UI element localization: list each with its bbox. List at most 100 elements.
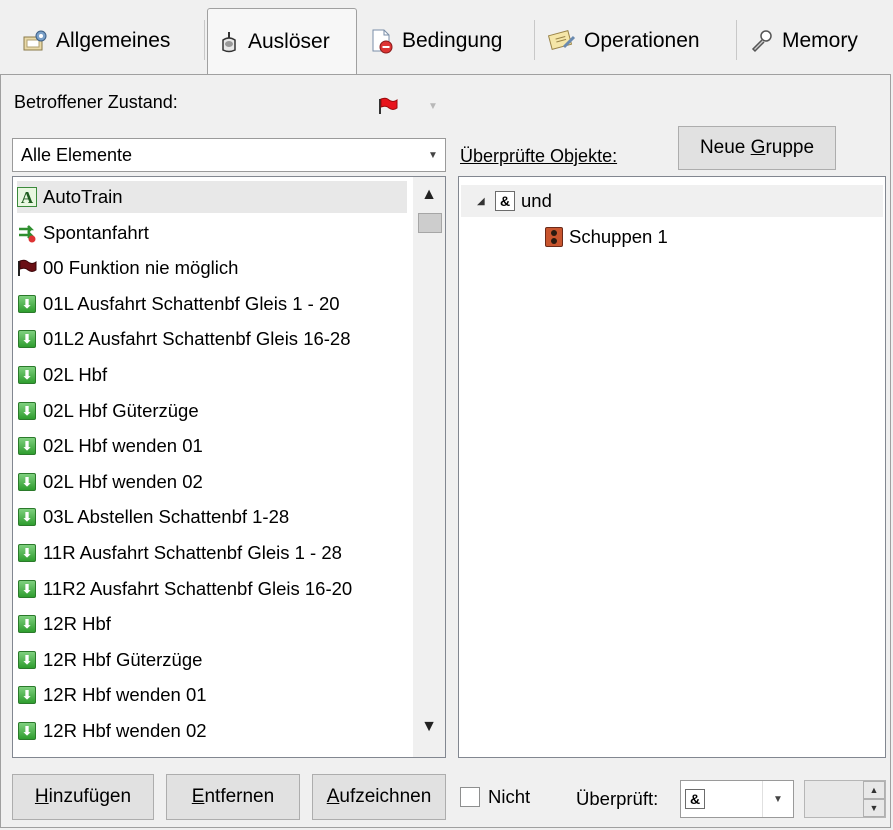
route-icon: ⬇ [17,365,37,385]
list-item[interactable]: Spontanfahrt [17,217,407,249]
settings-icon [22,29,48,53]
record-accel: A [326,786,340,807]
tab-separator [736,20,737,60]
tab-operations[interactable]: Operationen [538,12,734,70]
list-item[interactable]: ⬇ 02L Hbf Güterzüge [17,395,407,427]
remove-button[interactable]: Entfernen [166,774,300,820]
expand-triangle-icon[interactable]: ◢ [477,196,489,207]
affected-state-combo[interactable]: ▼ [354,88,446,124]
tab-trigger-label: Auslöser [248,29,330,53]
list-item[interactable]: ⬇ 01L2 Ausfahrt Schattenbf Gleis 16-28 [17,323,407,355]
scroll-up-arrow-icon[interactable]: ▲ [413,179,445,211]
record-button[interactable]: Aufzeichnen [312,774,446,820]
list-scrollbar[interactable]: ▲ ▼ [413,177,445,757]
scroll-down-arrow-icon[interactable]: ▼ [413,711,445,743]
tab-general[interactable]: Allgemeines [12,12,204,70]
list-item-label: 02L Hbf Güterzüge [43,399,199,421]
not-label: Nicht [488,786,531,807]
list-item[interactable]: ⬇ 02L Hbf wenden 02 [17,466,407,498]
not-checkbox-row[interactable]: Nicht [460,786,530,808]
element-filter-dropdown[interactable]: Alle Elemente ▼ [12,138,446,172]
checked-objects-tree[interactable]: ◢ & und Schuppen 1 [458,176,886,758]
remove-accel: E [191,786,205,807]
memory-icon [750,29,774,53]
list-item[interactable]: ⬇ 11R2 Ausfahrt Schattenbf Gleis 16-20 [17,573,407,605]
flag-icon [17,258,37,278]
spontaneous-icon [17,223,37,243]
not-checkbox[interactable] [460,787,480,807]
spin-down-icon[interactable]: ▼ [863,799,885,817]
value-spinner[interactable]: ▲ ▼ [804,780,886,818]
list-item-label: 12R Hbf wenden 02 [43,720,207,741]
route-icon: ⬇ [17,579,37,599]
route-icon: ⬇ [17,472,37,492]
operator-value: & [685,789,705,809]
new-group-post: ruppe [765,137,815,158]
chevron-down-icon: ▼ [762,781,793,817]
tab-separator [204,20,205,60]
route-icon: ⬇ [17,436,37,456]
trigger-icon [218,30,240,54]
tab-general-label: Allgemeines [56,29,171,52]
list-item-label: 02L Hbf [43,364,108,385]
tree-node-shed[interactable]: Schuppen 1 [545,222,668,252]
condition-icon [370,28,394,54]
tab-memory[interactable]: Memory [740,12,880,70]
list-item[interactable]: 00 Funktion nie möglich [17,252,407,284]
list-item[interactable]: ⬇ 12R Hbf wenden 01 [17,679,407,711]
route-icon: ⬇ [17,329,37,349]
route-icon: ⬇ [17,507,37,527]
tab-trigger[interactable]: Auslöser [207,8,357,74]
record-rest: ufzeichnen [339,786,432,807]
route-icon: ⬇ [17,294,37,314]
tree-node-and[interactable]: ◢ & und [477,186,552,216]
list-item[interactable]: ⬇ 12R Hbf [17,608,407,640]
route-icon: ⬇ [17,685,37,705]
list-item[interactable]: ⬇ 12R Hbf Güterzüge [17,644,407,676]
affected-state-label: Betroffener Zustand: [14,92,178,112]
route-icon: ⬇ [17,401,37,421]
checked-label: Überprüft: [576,788,659,809]
scroll-thumb[interactable] [418,213,442,233]
list-item-label: 01L Ausfahrt Schattenbf Gleis 1 - 20 [43,292,340,314]
list-item[interactable]: ⬇ 02L Hbf wenden 01 [17,430,407,462]
chevron-down-icon: ▼ [428,149,438,161]
list-item-label: 02L Hbf wenden 01 [43,435,203,457]
spin-up-icon[interactable]: ▲ [863,781,885,799]
operator-dropdown[interactable]: & ▼ [680,780,794,818]
signal-icon [545,227,563,247]
remove-rest: ntfernen [204,786,275,807]
add-button[interactable]: Hinzufügen [12,774,154,820]
elements-list[interactable]: A AutoTrain Spontanfahrt 00 Funktion nie mö… [12,176,446,758]
list-item-label: Spontanfahrt [43,221,149,243]
tab-bar: Allgemeines Auslöser Bedingung Operation… [0,0,893,78]
list-item[interactable]: ⬇ 03L Abstellen Schattenbf 1-28 [17,501,407,533]
tab-condition[interactable]: Bedingung [360,12,532,70]
list-item[interactable]: A AutoTrain [17,181,407,213]
list-item-label: 01L2 Ausfahrt Schattenbf Gleis 16-28 [43,328,351,350]
route-icon: ⬇ [17,721,37,741]
tree-node-and-label: und [521,190,552,211]
add-accel: H [34,786,49,807]
checked-objects-label: Überprüfte Objekte: [460,146,618,166]
route-icon: ⬇ [17,543,37,563]
list-item[interactable]: ⬇ 12R Hbf wenden 02 [17,715,407,747]
chevron-down-icon: ▼ [428,100,438,112]
list-item-label: 12R Hbf [43,613,111,635]
list-item-label: 02L Hbf wenden 02 [43,470,203,492]
new-group-accel: G [750,137,766,158]
list-item[interactable]: ⬇ 02L Hbf [17,359,407,391]
autotrain-icon: A [17,187,37,207]
new-group-pre: Neue [699,137,751,158]
and-operator-icon: & [495,191,515,211]
new-group-button[interactable]: Neue Gruppe [678,126,836,170]
list-item-label: AutoTrain [43,186,123,207]
tab-operations-label: Operationen [584,29,700,52]
list-item-label: 11R2 Ausfahrt Schattenbf Gleis 16-20 [43,577,353,599]
route-icon: ⬇ [17,650,37,670]
list-item[interactable]: ⬇ 11R Ausfahrt Schattenbf Gleis 1 - 28 [17,537,407,569]
tab-memory-label: Memory [782,29,858,52]
red-flag-icon [358,88,418,124]
element-filter-value: Alle Elemente [21,144,133,165]
list-item[interactable]: ⬇ 01L Ausfahrt Schattenbf Gleis 1 - 20 [17,288,407,320]
